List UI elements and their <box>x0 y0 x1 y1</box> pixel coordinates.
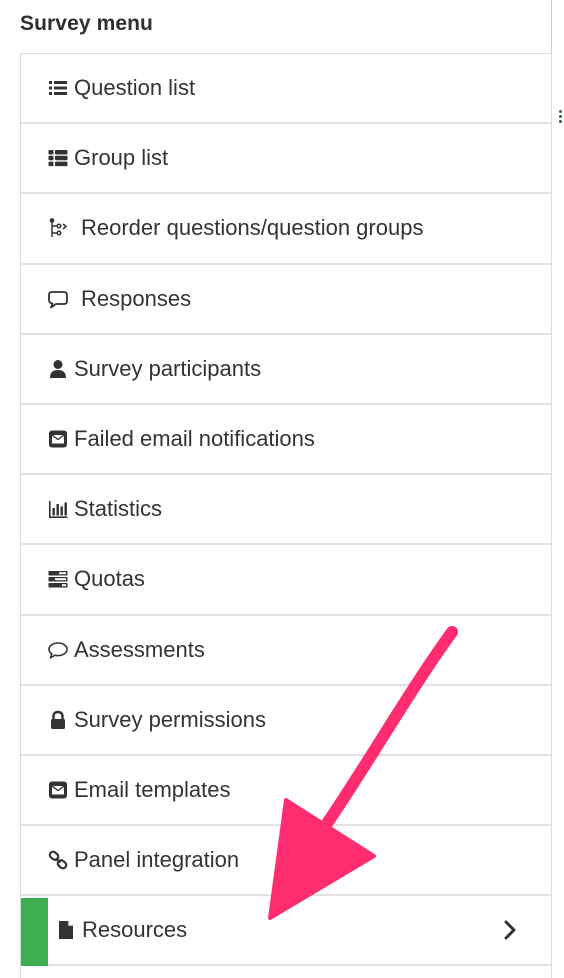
menu-item-label: Failed email notifications <box>74 426 315 452</box>
menu-item-label: Reorder questions/question groups <box>81 215 424 241</box>
menu-item-label: Resources <box>82 917 188 943</box>
menu-item-survey-participants[interactable]: Survey participants <box>21 334 551 405</box>
menu-item-panel-integration[interactable]: Panel integration <box>21 826 551 897</box>
active-indicator <box>21 898 48 967</box>
menu-item-label: Email templates <box>74 776 231 802</box>
menu-item-assessments[interactable]: Assessments <box>21 615 551 686</box>
menu-item-question-list[interactable]: Question list <box>21 54 551 125</box>
menu-item-label: Statistics <box>74 496 163 522</box>
menu-item-label: Panel integration <box>74 847 240 873</box>
resize-handle-icon[interactable] <box>559 110 562 124</box>
menu-item-label: Assessments <box>74 636 205 662</box>
menu-item-resources[interactable]: Resources <box>21 896 551 967</box>
menu-item-label: Question list <box>74 75 196 101</box>
user-icon <box>47 358 69 380</box>
list-icon <box>47 77 69 99</box>
comment-outline-icon <box>47 288 69 310</box>
bar-chart-icon <box>47 498 69 520</box>
menu-item-group-list[interactable]: Group list <box>21 124 551 195</box>
panel-divider <box>551 0 552 54</box>
menu-item-quotas[interactable]: Quotas <box>21 545 551 616</box>
chevron-right-icon[interactable] <box>503 920 517 940</box>
menu-item-label: Responses <box>81 285 192 311</box>
menu-item-label: Survey participants <box>74 355 262 381</box>
menu-item-label: Survey permissions <box>74 706 266 732</box>
envelope-square-icon <box>47 428 69 450</box>
menu-item-reorder[interactable]: Reorder questions/question groups <box>21 194 551 265</box>
file-icon <box>55 919 77 941</box>
menu-item-survey-permissions[interactable]: Survey permissions <box>21 685 551 756</box>
comment-o-icon <box>47 639 69 661</box>
menu-item-label: Group list <box>74 145 169 171</box>
menu-item-failed-email-notifications[interactable]: Failed email notifications <box>21 404 551 476</box>
reorder-icon <box>47 217 69 239</box>
menu-item-statistics[interactable]: Statistics <box>21 475 551 546</box>
menu-item-label: Quotas <box>74 566 145 592</box>
survey-menu-list: Question list Group list Reorder questio… <box>20 53 552 978</box>
menu-item-email-templates[interactable]: Email templates <box>21 755 551 827</box>
th-list-icon <box>47 147 69 169</box>
tasks-icon <box>47 568 69 590</box>
panel-title: Survey menu <box>20 12 153 35</box>
lock-icon <box>47 709 69 731</box>
envelope-square-icon <box>47 779 69 801</box>
menu-item-responses[interactable]: Responses <box>21 264 551 335</box>
link-icon <box>47 849 69 871</box>
survey-menu-panel: Survey menu Question list Group list Reo… <box>0 0 564 978</box>
